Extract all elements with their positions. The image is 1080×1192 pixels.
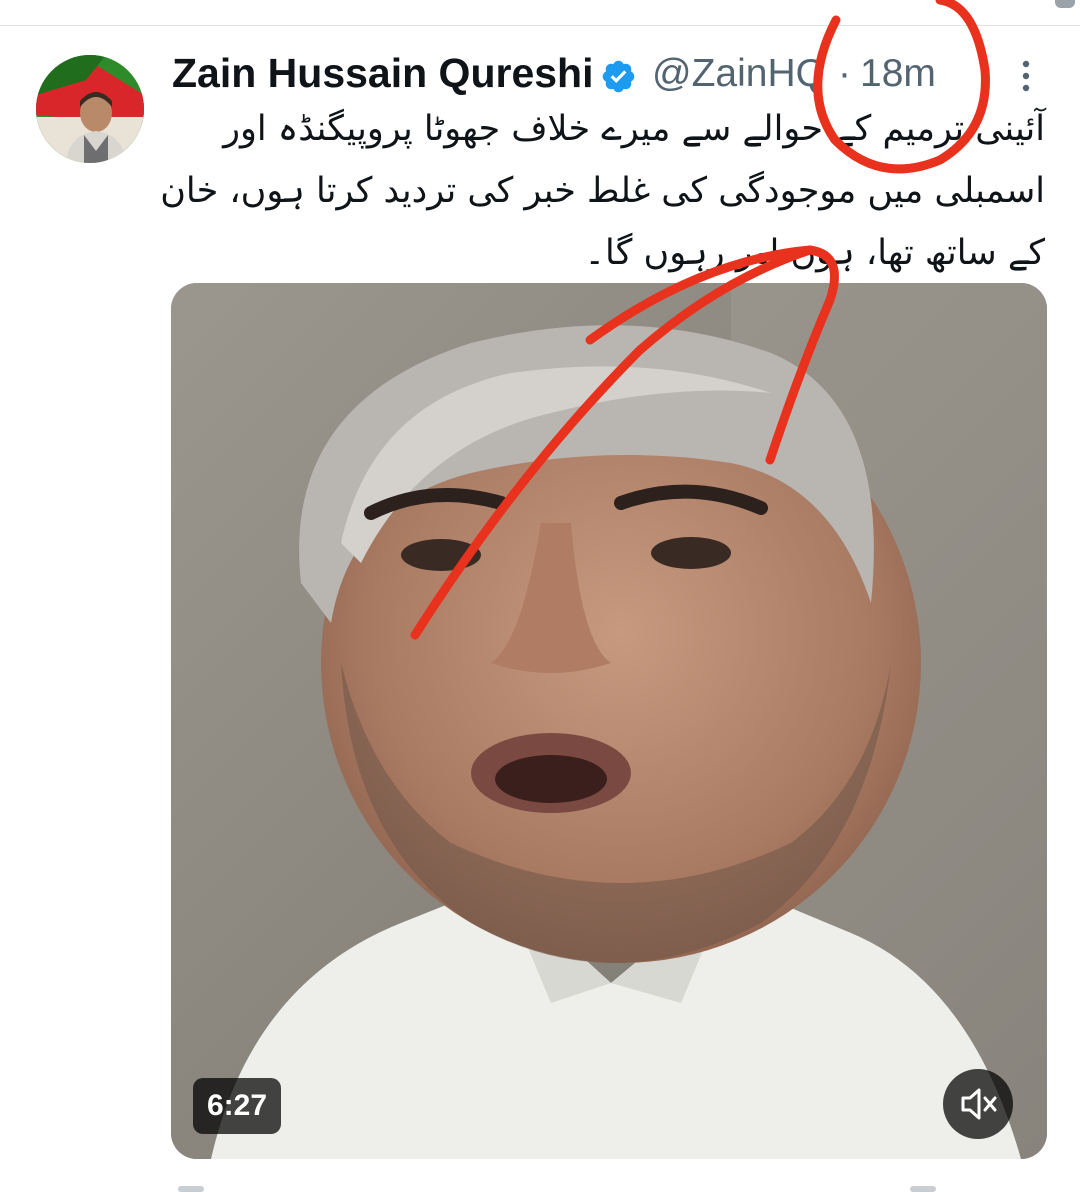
avatar[interactable] (36, 55, 144, 163)
tweet-screenshot: Zain Hussain Qureshi @ZainHQ · 18m آئینی… (0, 0, 1080, 1192)
speaker-muted-icon (961, 1088, 997, 1120)
display-name[interactable]: Zain Hussain Qureshi (172, 50, 594, 97)
previous-tweet-edge (0, 0, 1080, 25)
tweet-divider (0, 25, 1080, 26)
verified-badge-icon (602, 60, 635, 93)
video-duration-badge: 6:27 (193, 1078, 282, 1134)
tweet-text: آئینی ترمیم کے حوالے سے میرے خلاف جھوٹا … (160, 109, 1045, 273)
video-frame (171, 283, 1047, 1159)
more-vertical-icon[interactable] (1014, 58, 1038, 94)
avatar-image (36, 55, 144, 163)
separator-dot: · (838, 52, 851, 95)
action-bar-edge (178, 1186, 936, 1192)
video-player[interactable]: 6:27 (171, 283, 1047, 1159)
timestamp[interactable]: 18m (860, 52, 936, 96)
user-handle[interactable]: @ZainHQ (652, 52, 820, 96)
mute-button[interactable] (943, 1069, 1013, 1139)
